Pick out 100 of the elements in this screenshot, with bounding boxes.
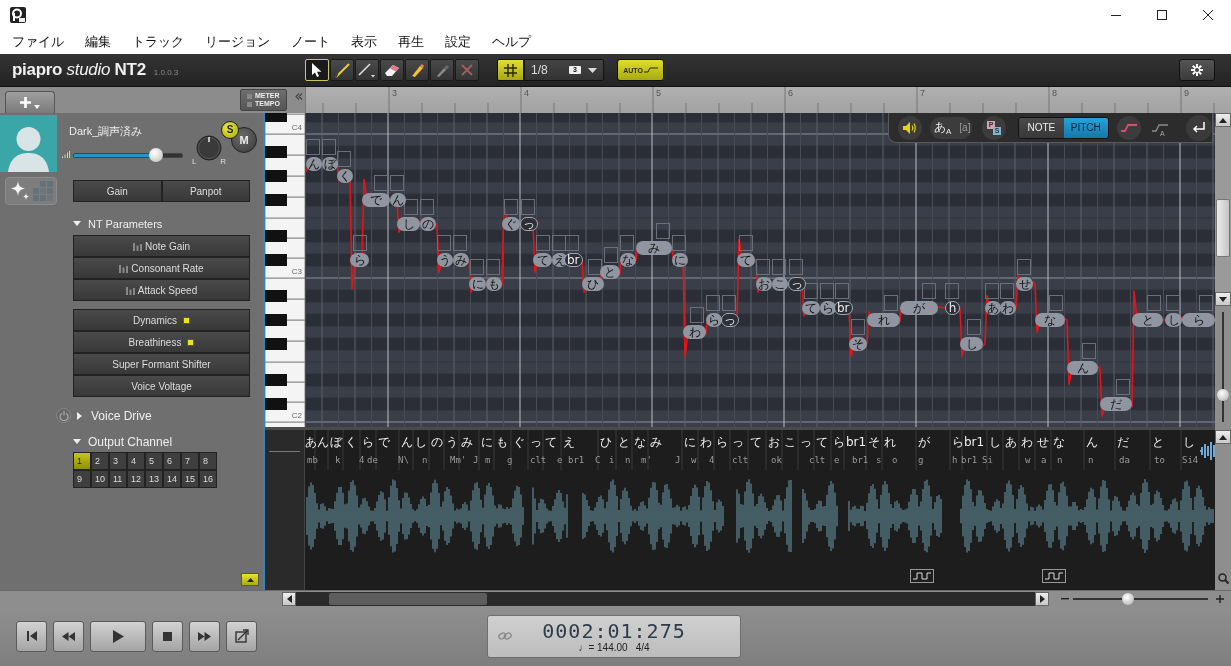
horizontal-zoom-slider[interactable] <box>1073 592 1208 605</box>
lyric-text[interactable]: っ <box>800 435 812 449</box>
phoneme-text[interactable]: br1 <box>852 455 869 466</box>
scroll-left-button[interactable] <box>282 591 296 606</box>
channel-button[interactable]: 10 <box>91 470 109 488</box>
lyric-text[interactable]: ん <box>401 435 413 449</box>
phoneme-text[interactable]: N\ <box>398 455 409 466</box>
scroll-down-button[interactable] <box>1215 292 1231 306</box>
lyric-mode-button[interactable]: あ$_{A}$ <box>930 116 956 139</box>
channel-button[interactable]: 6 <box>163 452 181 470</box>
note[interactable]: れ <box>867 313 900 327</box>
note[interactable]: ひ <box>582 277 604 291</box>
lyric-text[interactable]: な <box>634 435 646 449</box>
channel-button[interactable]: 8 <box>199 452 217 470</box>
grid-snap-button[interactable] <box>497 59 524 81</box>
section-header[interactable]: Output Channel <box>73 435 250 449</box>
note[interactable]: ぐ <box>502 217 520 231</box>
phoneme-text[interactable]: n <box>1088 455 1094 466</box>
lyric-text[interactable]: そ <box>868 435 880 449</box>
lyric-text[interactable]: せ <box>1037 435 1049 449</box>
effect-button[interactable]: Breathiness <box>73 331 250 353</box>
lyric-text[interactable]: わ <box>700 435 712 449</box>
lyric-text[interactable]: て <box>545 435 557 449</box>
lyric-text[interactable]: っ <box>530 435 542 449</box>
lyric-text[interactable]: あ <box>305 435 317 449</box>
phoneme-text[interactable]: e <box>557 455 563 466</box>
channel-button[interactable]: 12 <box>127 470 145 488</box>
lyric-text[interactable]: が <box>918 435 930 449</box>
channel-button[interactable]: 13 <box>145 470 163 488</box>
channel-button[interactable]: 11 <box>109 470 127 488</box>
lyric-text[interactable]: br1 <box>846 435 867 449</box>
menu-item[interactable]: 再生 <box>398 31 424 53</box>
scrollbar-thumb[interactable] <box>1216 199 1230 257</box>
phoneme-text[interactable]: Si4 <box>1182 455 1199 466</box>
note[interactable]: て <box>737 253 755 267</box>
lyric-text[interactable]: わ <box>1021 435 1033 449</box>
phoneme-text[interactable]: h <box>952 455 958 466</box>
lyric-text[interactable]: で <box>378 435 390 449</box>
note[interactable]: そ <box>849 337 867 351</box>
enter-button[interactable] <box>1186 114 1212 141</box>
lyric-text[interactable]: だ <box>1117 435 1129 449</box>
phoneme-text[interactable]: s <box>876 455 882 466</box>
lyric-text[interactable]: な <box>1053 435 1065 449</box>
menu-item[interactable]: ノート <box>291 31 330 53</box>
phoneme-text[interactable]: n <box>422 455 428 466</box>
lyric-text[interactable]: br1 <box>964 435 985 449</box>
horizontal-scrollbar[interactable] <box>296 591 1035 606</box>
note[interactable]: と <box>600 265 620 279</box>
lyric-text[interactable]: ひ <box>600 435 612 449</box>
lyric-text[interactable]: て <box>816 435 828 449</box>
lyric-text[interactable]: ぼ <box>330 435 342 449</box>
phoneme-text[interactable]: k <box>335 455 341 466</box>
transport-button[interactable] <box>189 620 220 652</box>
parameter-button[interactable]: Note Gain <box>73 235 250 257</box>
note[interactable]: と <box>1132 313 1163 327</box>
tool-button[interactable] <box>355 59 379 81</box>
menu-item[interactable]: トラック <box>132 31 184 53</box>
tool-button[interactable] <box>380 59 404 81</box>
lyric-text[interactable]: っ <box>732 435 744 449</box>
tool-button[interactable] <box>405 59 429 81</box>
note[interactable]: br <box>564 253 583 267</box>
note[interactable]: だ <box>1100 397 1132 411</box>
phoneme-text[interactable]: Mm' <box>450 455 467 466</box>
lyric-text[interactable]: ら <box>952 435 964 449</box>
effect-button[interactable]: Dynamics <box>73 309 250 331</box>
phoneme-text[interactable]: J <box>473 455 479 466</box>
phoneme-text[interactable]: w <box>1025 455 1031 466</box>
phoneme-text[interactable]: e <box>834 455 840 466</box>
lyric-text[interactable]: み <box>650 435 662 449</box>
phoneme-text[interactable]: w <box>691 455 697 466</box>
note[interactable]: ら <box>1182 313 1215 327</box>
note[interactable]: で <box>362 193 390 207</box>
channel-button[interactable]: 7 <box>181 452 199 470</box>
phoneme-text[interactable]: n <box>1057 455 1063 466</box>
phoneme-text[interactable]: da <box>1119 455 1130 466</box>
zoom-icon[interactable] <box>1217 573 1229 584</box>
channel-button[interactable]: 9 <box>73 470 91 488</box>
menu-item[interactable]: 編集 <box>85 31 111 53</box>
lyric-text[interactable]: あ <box>1005 435 1017 449</box>
lyric-text[interactable]: え <box>563 435 575 449</box>
note[interactable]: ん <box>1067 361 1098 375</box>
add-track-button[interactable] <box>5 91 55 113</box>
lyric-text[interactable]: れ <box>884 435 896 449</box>
lyric-text[interactable]: お <box>768 435 780 449</box>
volume-slider[interactable] <box>73 147 183 162</box>
vertical-scrollbar[interactable] <box>1215 127 1231 292</box>
section-header[interactable]: Voice Drive <box>76 408 152 423</box>
phoneme-text[interactable]: C <box>595 455 601 466</box>
lyric-text[interactable]: ら <box>716 435 728 449</box>
tool-button[interactable] <box>330 59 354 81</box>
square-wave-icon[interactable] <box>1042 569 1066 583</box>
phoneme-text[interactable]: J <box>675 455 681 466</box>
phoneme-text[interactable]: 4 <box>359 455 365 466</box>
zoom-in-icon[interactable] <box>1216 594 1224 603</box>
pan-knob[interactable] <box>196 135 222 161</box>
slider-thumb[interactable] <box>148 147 163 162</box>
lyric-text[interactable]: と <box>1152 435 1164 449</box>
phoneme-text[interactable]: i <box>609 455 615 466</box>
note[interactable]: し <box>960 337 983 351</box>
parameter-button[interactable]: Panpot <box>161 180 250 202</box>
